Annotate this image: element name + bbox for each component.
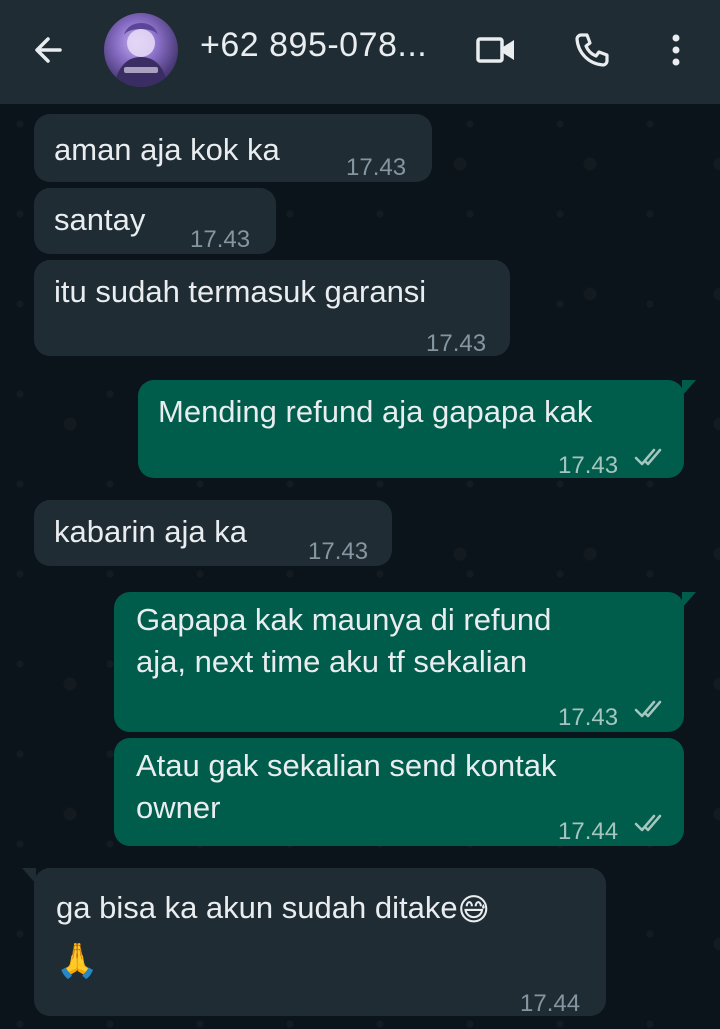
- message-text-line: aja, next time aku tf sekalian: [136, 644, 528, 679]
- message-text-line: Atau gak sekalian send kontak: [136, 748, 557, 783]
- message-time: 17.43: [346, 154, 407, 181]
- message-text: itu sudah termasuk garansi: [54, 274, 427, 309]
- message-incoming[interactable]: ga bisa ka akun sudah ditake😅 🙏 17.44: [22, 868, 606, 1017]
- phone-call-icon[interactable]: [568, 26, 616, 74]
- message-incoming[interactable]: kabarin aja ka 17.43: [34, 500, 392, 566]
- message-time: 17.43: [558, 704, 619, 731]
- bubble-tail: [682, 592, 696, 608]
- sweat-smile-emoji: 😅: [457, 892, 490, 928]
- message-time: 17.44: [520, 990, 581, 1017]
- message-incoming[interactable]: aman aja kok ka 17.43: [34, 114, 432, 182]
- message-text-line: ga bisa ka akun sudah ditake: [56, 890, 458, 925]
- video-call-icon[interactable]: [472, 26, 520, 74]
- message-text: Mending refund aja gapapa kak: [158, 394, 593, 429]
- message-outgoing[interactable]: Gapapa kak maunya di refund aja, next ti…: [114, 592, 696, 732]
- message-incoming[interactable]: itu sudah termasuk garansi 17.43: [34, 260, 510, 357]
- more-options-icon[interactable]: [652, 26, 700, 74]
- avatar[interactable]: [104, 13, 178, 87]
- message-outgoing[interactable]: Mending refund aja gapapa kak 17.43: [138, 380, 696, 479]
- message-time: 17.43: [558, 452, 619, 479]
- message-outgoing[interactable]: Atau gak sekalian send kontak owner 17.4…: [114, 738, 684, 846]
- message-incoming[interactable]: santay 17.43: [34, 188, 276, 254]
- chat-area[interactable]: aman aja kok ka 17.43 santay 17.43 itu s…: [0, 104, 720, 1029]
- message-text-line: owner: [136, 790, 221, 825]
- bubble-tail: [682, 380, 696, 396]
- back-arrow-icon[interactable]: [28, 30, 68, 70]
- bubble-tail: [22, 868, 36, 884]
- message-time: 17.44: [558, 818, 619, 845]
- message-text: kabarin aja ka: [54, 514, 248, 549]
- contact-name[interactable]: +62 895-078...: [200, 26, 450, 65]
- message-text-row: ga bisa ka akun sudah ditake😅: [56, 886, 490, 931]
- message-text: santay: [54, 202, 146, 237]
- read-tick-icon: [634, 814, 662, 832]
- chat-header: +62 895-078...: [0, 0, 720, 104]
- message-text: aman aja kok ka: [54, 132, 280, 167]
- folded-hands-emoji: 🙏: [56, 942, 99, 980]
- read-tick-icon: [634, 700, 662, 718]
- read-tick-icon: [634, 448, 662, 466]
- message-time: 17.43: [308, 538, 369, 565]
- message-time: 17.43: [426, 330, 487, 357]
- message-text-line: Gapapa kak maunya di refund: [136, 602, 552, 637]
- message-time: 17.43: [190, 226, 251, 253]
